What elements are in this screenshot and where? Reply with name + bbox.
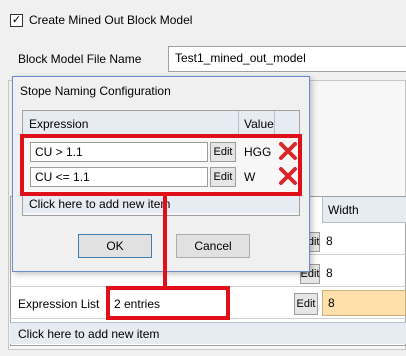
checkmark-icon: ✓ [11,13,22,26]
create-mined-out-checkbox-row[interactable]: ✓ Create Mined Out Block Model [10,10,192,30]
create-mined-out-checkbox[interactable]: ✓ [10,13,23,27]
expression-list-edit-button[interactable]: Edit [294,293,318,315]
annotation-connector-vertical [163,196,167,288]
header-value[interactable]: Value [244,117,274,131]
ok-button[interactable]: OK [78,234,152,258]
block-model-file-name-label: Block Model File Name [18,52,142,66]
add-new-item-row[interactable]: Click here to add new item [10,322,406,344]
expression-width-cell[interactable]: 8 [322,290,406,316]
row-width-value[interactable]: 8 [326,266,333,280]
create-mined-out-label: Create Mined Out Block Model [29,13,193,27]
expression-list-label: Expression List [18,297,100,311]
header-expression[interactable]: Expression [29,117,88,131]
cancel-button[interactable]: Cancel [176,234,250,258]
row-width-value[interactable]: 8 [326,234,333,248]
annotation-box-expression-list [106,286,230,320]
dialog-title: Stope Naming Configuration [20,84,171,98]
dialog-add-new-item-row[interactable]: Click here to add new item [23,193,299,213]
header-separator [238,111,239,135]
grid-header-width[interactable]: Width [322,197,406,223]
block-model-file-name-input[interactable]: Test1_mined_out_model [168,46,406,72]
annotation-box-expressions [20,134,302,196]
header-separator [274,111,275,135]
